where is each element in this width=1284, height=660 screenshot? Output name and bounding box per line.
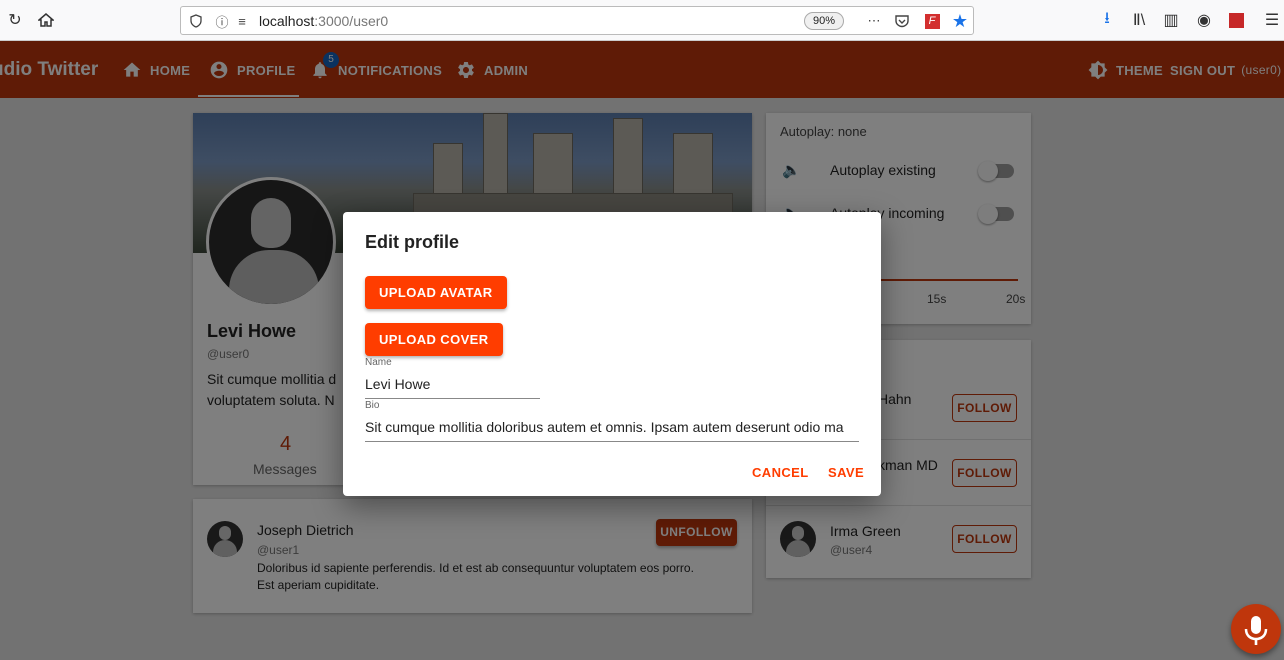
upload-cover-button[interactable]: UPLOAD COVER — [365, 323, 503, 356]
upload-avatar-button[interactable]: UPLOAD AVATAR — [365, 276, 507, 309]
extension-icon[interactable]: F — [923, 12, 941, 30]
dialog-title: Edit profile — [365, 232, 459, 252]
cancel-button[interactable]: CANCEL — [752, 465, 809, 480]
name-field[interactable]: Levi Howe — [365, 376, 540, 392]
pocket-icon[interactable] — [893, 12, 911, 30]
extension-red-icon[interactable] — [1226, 10, 1246, 30]
save-button[interactable]: SAVE — [828, 465, 864, 480]
home-icon[interactable] — [36, 10, 56, 30]
shield-icon[interactable] — [187, 12, 205, 30]
reload-icon[interactable]: ↻ — [5, 10, 25, 30]
microphone-icon — [1244, 616, 1268, 645]
sidebar-icon[interactable]: ▥ — [1161, 10, 1181, 30]
bio-field-label: Bio — [365, 400, 380, 411]
name-field-underline — [365, 398, 540, 399]
more-icon[interactable]: ⋯ — [865, 12, 883, 30]
microphone-button[interactable] — [1231, 604, 1281, 654]
download-icon[interactable]: ⭳ — [1097, 10, 1117, 30]
bio-field-underline — [365, 441, 859, 442]
menu-icon[interactable]: ☰ — [1262, 10, 1282, 30]
bookmark-star-icon[interactable]: ★ — [951, 11, 969, 31]
name-field-label: Name — [365, 357, 392, 368]
url-text: localhost:3000/user0 — [259, 13, 389, 29]
edit-profile-dialog: Edit profile UPLOAD AVATAR UPLOAD COVER … — [343, 212, 881, 496]
zoom-level[interactable]: 90% — [804, 12, 844, 30]
account-icon[interactable]: ◉ — [1194, 10, 1214, 30]
info-icon[interactable]: ⓘ — [213, 12, 231, 30]
library-icon[interactable]: Ⅱ\ — [1129, 10, 1149, 30]
bio-field[interactable]: Sit cumque mollitia doloribus autem et o… — [365, 419, 859, 435]
permissions-icon[interactable]: ≡ — [233, 12, 251, 30]
url-bar[interactable]: ⓘ ≡ localhost:3000/user0 90% ⋯ F ★ — [180, 6, 974, 35]
browser-toolbar: ↻ ⓘ ≡ localhost:3000/user0 90% ⋯ F ★ ⭳ Ⅱ… — [0, 0, 1284, 41]
